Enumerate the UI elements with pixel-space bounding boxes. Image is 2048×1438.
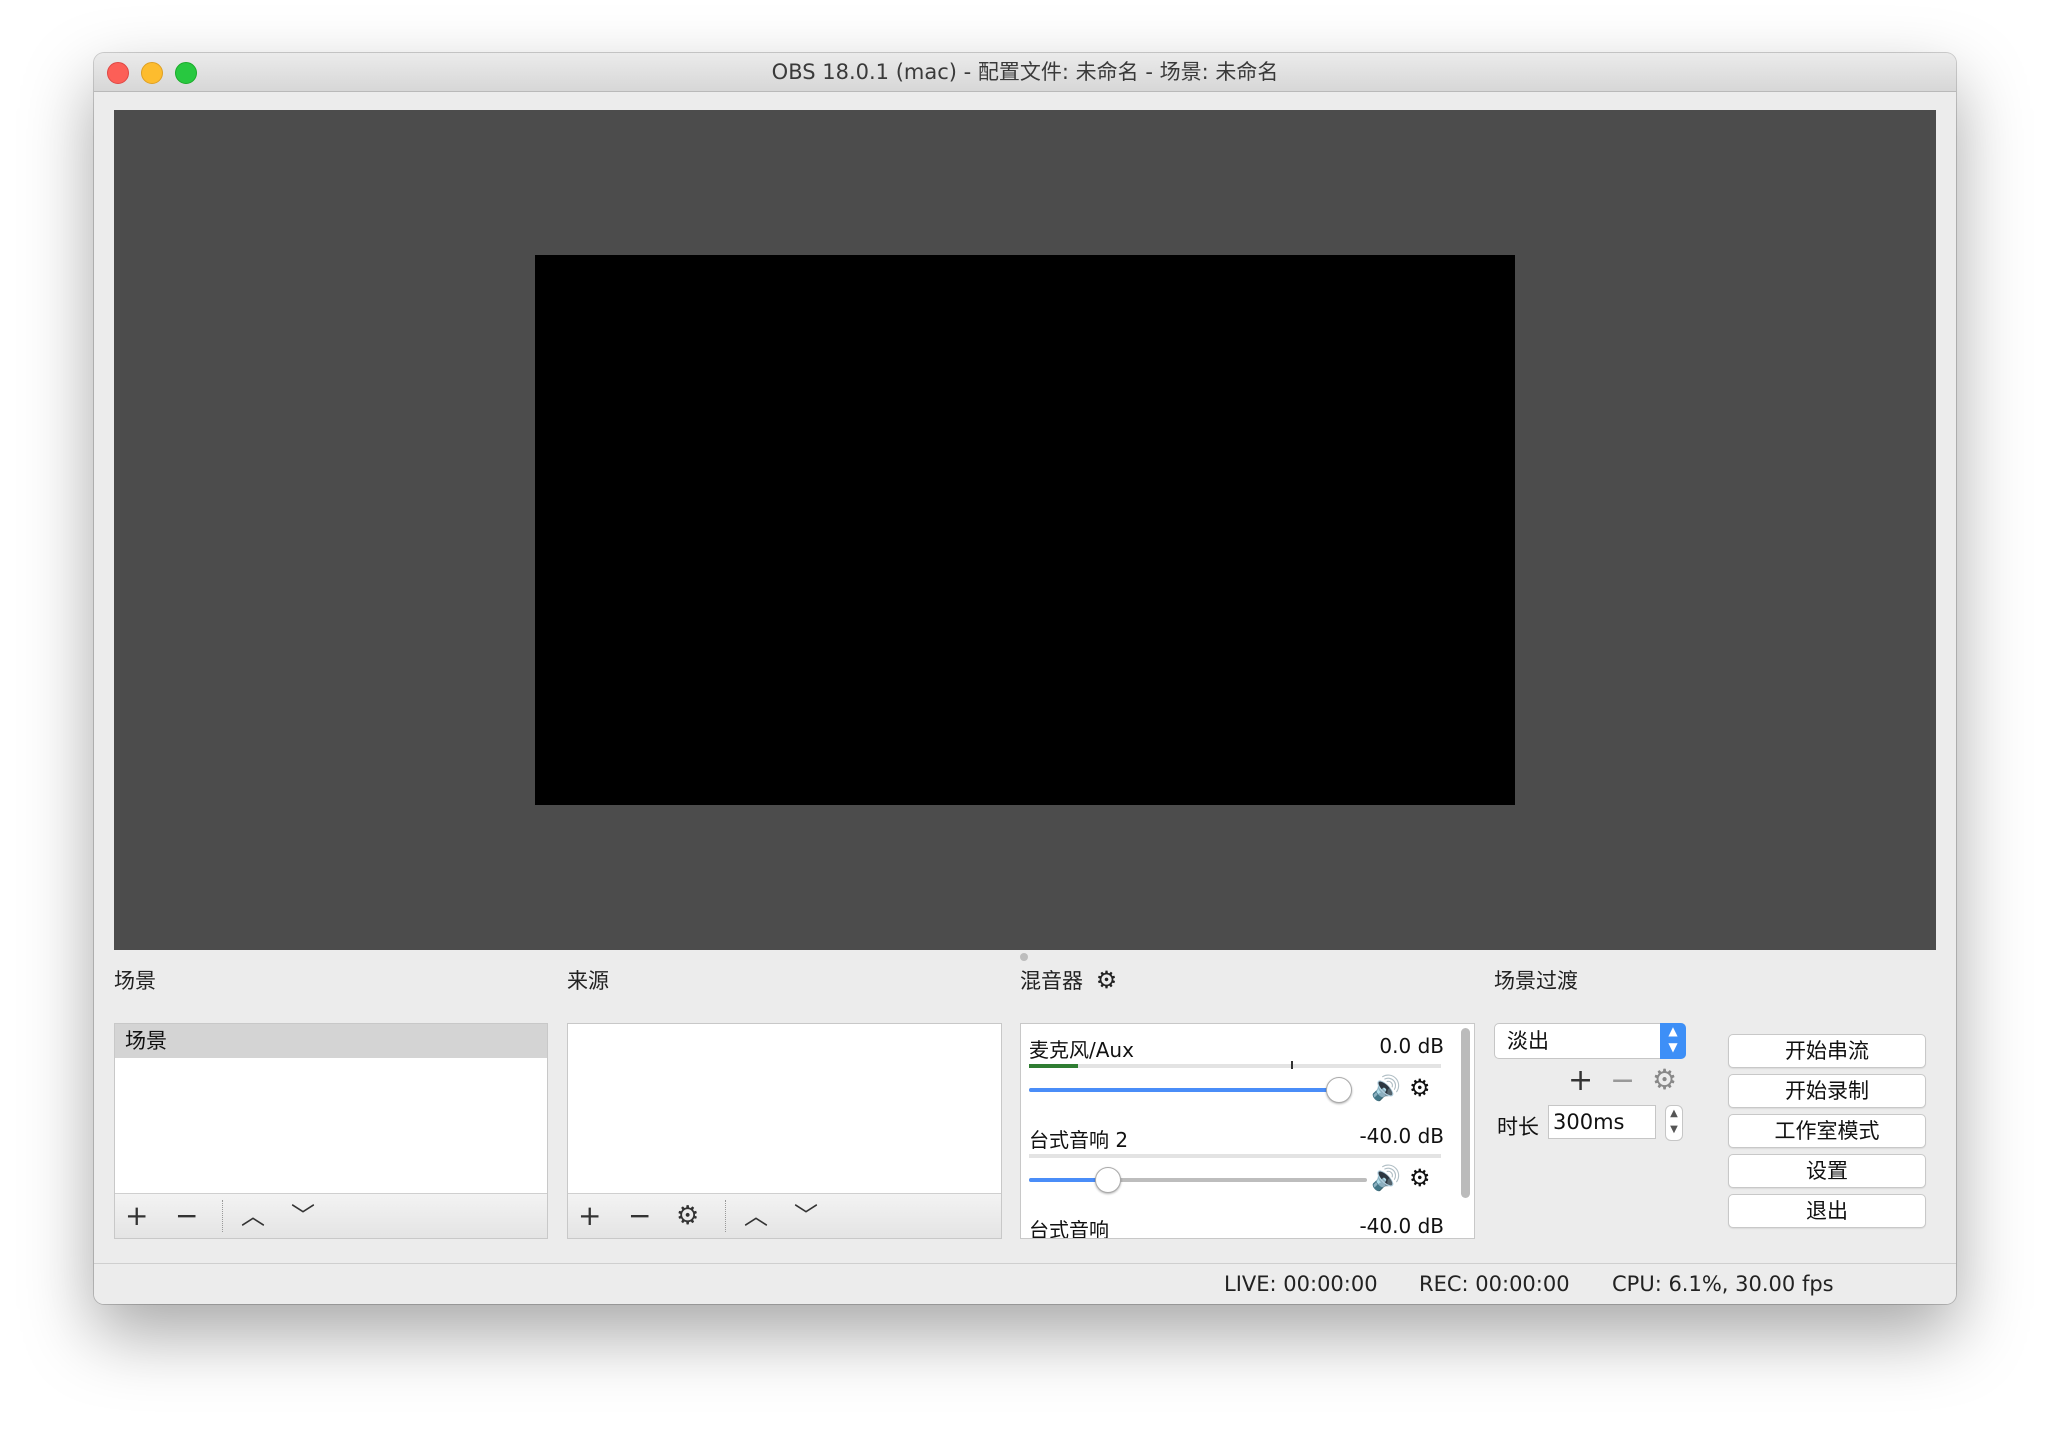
mixer-gear-icon[interactable]: ⚙ xyxy=(1096,966,1118,994)
mixer-channel-db: -40.0 dB xyxy=(1359,1214,1444,1238)
select-arrows-icon: ▲ ▼ xyxy=(1660,1023,1686,1059)
add-transition-icon[interactable]: + xyxy=(1568,1063,1593,1098)
duration-stepper[interactable]: ▲ ▼ xyxy=(1665,1105,1683,1141)
sources-panel[interactable]: + − ⚙ ︿ ﹀ xyxy=(567,1023,1002,1239)
mixer-channel-db: -40.0 dB xyxy=(1359,1124,1444,1148)
speaker-icon[interactable]: 🔊 xyxy=(1371,1074,1401,1102)
channel-gear-icon[interactable]: ⚙ xyxy=(1409,1074,1431,1102)
volume-meter xyxy=(1029,1061,1441,1069)
zoom-window-button[interactable] xyxy=(175,62,197,84)
duration-input[interactable]: 300ms xyxy=(1548,1105,1656,1139)
mixer-title: 混音器 ⚙ xyxy=(1020,965,1117,995)
rec-status: REC: 00:00:00 xyxy=(1419,1272,1570,1296)
transition-gear-icon[interactable]: ⚙ xyxy=(1652,1063,1677,1096)
live-status: LIVE: 00:00:00 xyxy=(1224,1272,1378,1296)
volume-slider-knob[interactable] xyxy=(1326,1077,1353,1103)
speaker-icon[interactable]: 🔊 xyxy=(1371,1164,1401,1192)
add-source-icon[interactable]: + xyxy=(578,1200,601,1232)
start-streaming-button[interactable]: 开始串流 xyxy=(1728,1034,1926,1068)
mixer-channel-name: 台式音响 xyxy=(1029,1218,1109,1239)
minimize-window-button[interactable] xyxy=(141,62,163,84)
close-window-button[interactable] xyxy=(107,62,129,84)
transition-select[interactable]: 淡出 ▲ ▼ xyxy=(1494,1023,1686,1059)
mixer-panel: 麦克风/Aux 0.0 dB 🔊 ⚙ 台式音响 2 -40.0 dB 🔊 ⚙ 台… xyxy=(1020,1023,1475,1239)
sources-toolbar: + − ⚙ ︿ ﹀ xyxy=(568,1193,1001,1238)
remove-scene-icon[interactable]: − xyxy=(175,1200,198,1232)
settings-button[interactable]: 设置 xyxy=(1728,1154,1926,1188)
volume-meter xyxy=(1029,1154,1441,1158)
peak-marker xyxy=(1291,1061,1293,1069)
remove-transition-icon[interactable]: − xyxy=(1610,1063,1635,1098)
mixer-channel-db: 0.0 dB xyxy=(1379,1034,1444,1058)
remove-source-icon[interactable]: − xyxy=(628,1200,651,1232)
volume-slider[interactable] xyxy=(1029,1167,1367,1193)
volume-slider-fill xyxy=(1029,1088,1339,1092)
toolbar-separator xyxy=(222,1200,224,1232)
exit-button[interactable]: 退出 xyxy=(1728,1194,1926,1228)
scenes-title: 场景 xyxy=(114,969,156,993)
volume-meter-level xyxy=(1029,1064,1079,1068)
preview-area[interactable] xyxy=(114,110,1936,950)
move-source-down-icon[interactable]: ﹀ xyxy=(794,1200,818,1232)
preview-canvas[interactable] xyxy=(535,255,1515,805)
obs-window: OBS 18.0.1 (mac) - 配置文件: 未命名 - 场景: 未命名 场… xyxy=(94,53,1956,1304)
duration-label: 时长 xyxy=(1497,1115,1539,1139)
mixer-scrollbar[interactable] xyxy=(1461,1028,1470,1198)
transition-selected: 淡出 xyxy=(1507,1029,1549,1053)
add-scene-icon[interactable]: + xyxy=(125,1200,148,1232)
move-scene-up-icon[interactable]: ︿ xyxy=(241,1200,265,1232)
mixer-channel-name: 台式音响 2 xyxy=(1029,1128,1129,1152)
title-bar: OBS 18.0.1 (mac) - 配置文件: 未命名 - 场景: 未命名 xyxy=(94,53,1956,92)
scenes-panel: 场景 + − ︿ ﹀ xyxy=(114,1023,548,1239)
status-bar: LIVE: 00:00:00 REC: 00:00:00 CPU: 6.1%, … xyxy=(94,1263,1956,1304)
start-recording-button[interactable]: 开始录制 xyxy=(1728,1074,1926,1108)
mixer-channel-name: 麦克风/Aux xyxy=(1029,1038,1134,1062)
studio-mode-button[interactable]: 工作室模式 xyxy=(1728,1114,1926,1148)
channel-gear-icon[interactable]: ⚙ xyxy=(1409,1164,1431,1192)
scenes-toolbar: + − ︿ ﹀ xyxy=(115,1193,547,1238)
source-properties-gear-icon[interactable]: ⚙ xyxy=(676,1200,699,1232)
volume-slider[interactable] xyxy=(1029,1077,1353,1103)
window-title: OBS 18.0.1 (mac) - 配置文件: 未命名 - 场景: 未命名 xyxy=(771,60,1279,84)
mixer-title-label: 混音器 xyxy=(1020,969,1083,993)
cpu-status: CPU: 6.1%, 30.00 fps xyxy=(1612,1272,1834,1296)
toolbar-separator xyxy=(725,1200,727,1232)
transitions-title: 场景过渡 xyxy=(1494,969,1578,993)
scene-list-item[interactable]: 场景 xyxy=(115,1024,547,1058)
move-scene-down-icon[interactable]: ﹀ xyxy=(291,1200,315,1232)
move-source-up-icon[interactable]: ︿ xyxy=(744,1200,768,1232)
sources-title: 来源 xyxy=(567,969,609,993)
splitter-handle[interactable] xyxy=(1020,953,1028,961)
volume-slider-knob[interactable] xyxy=(1094,1167,1121,1193)
